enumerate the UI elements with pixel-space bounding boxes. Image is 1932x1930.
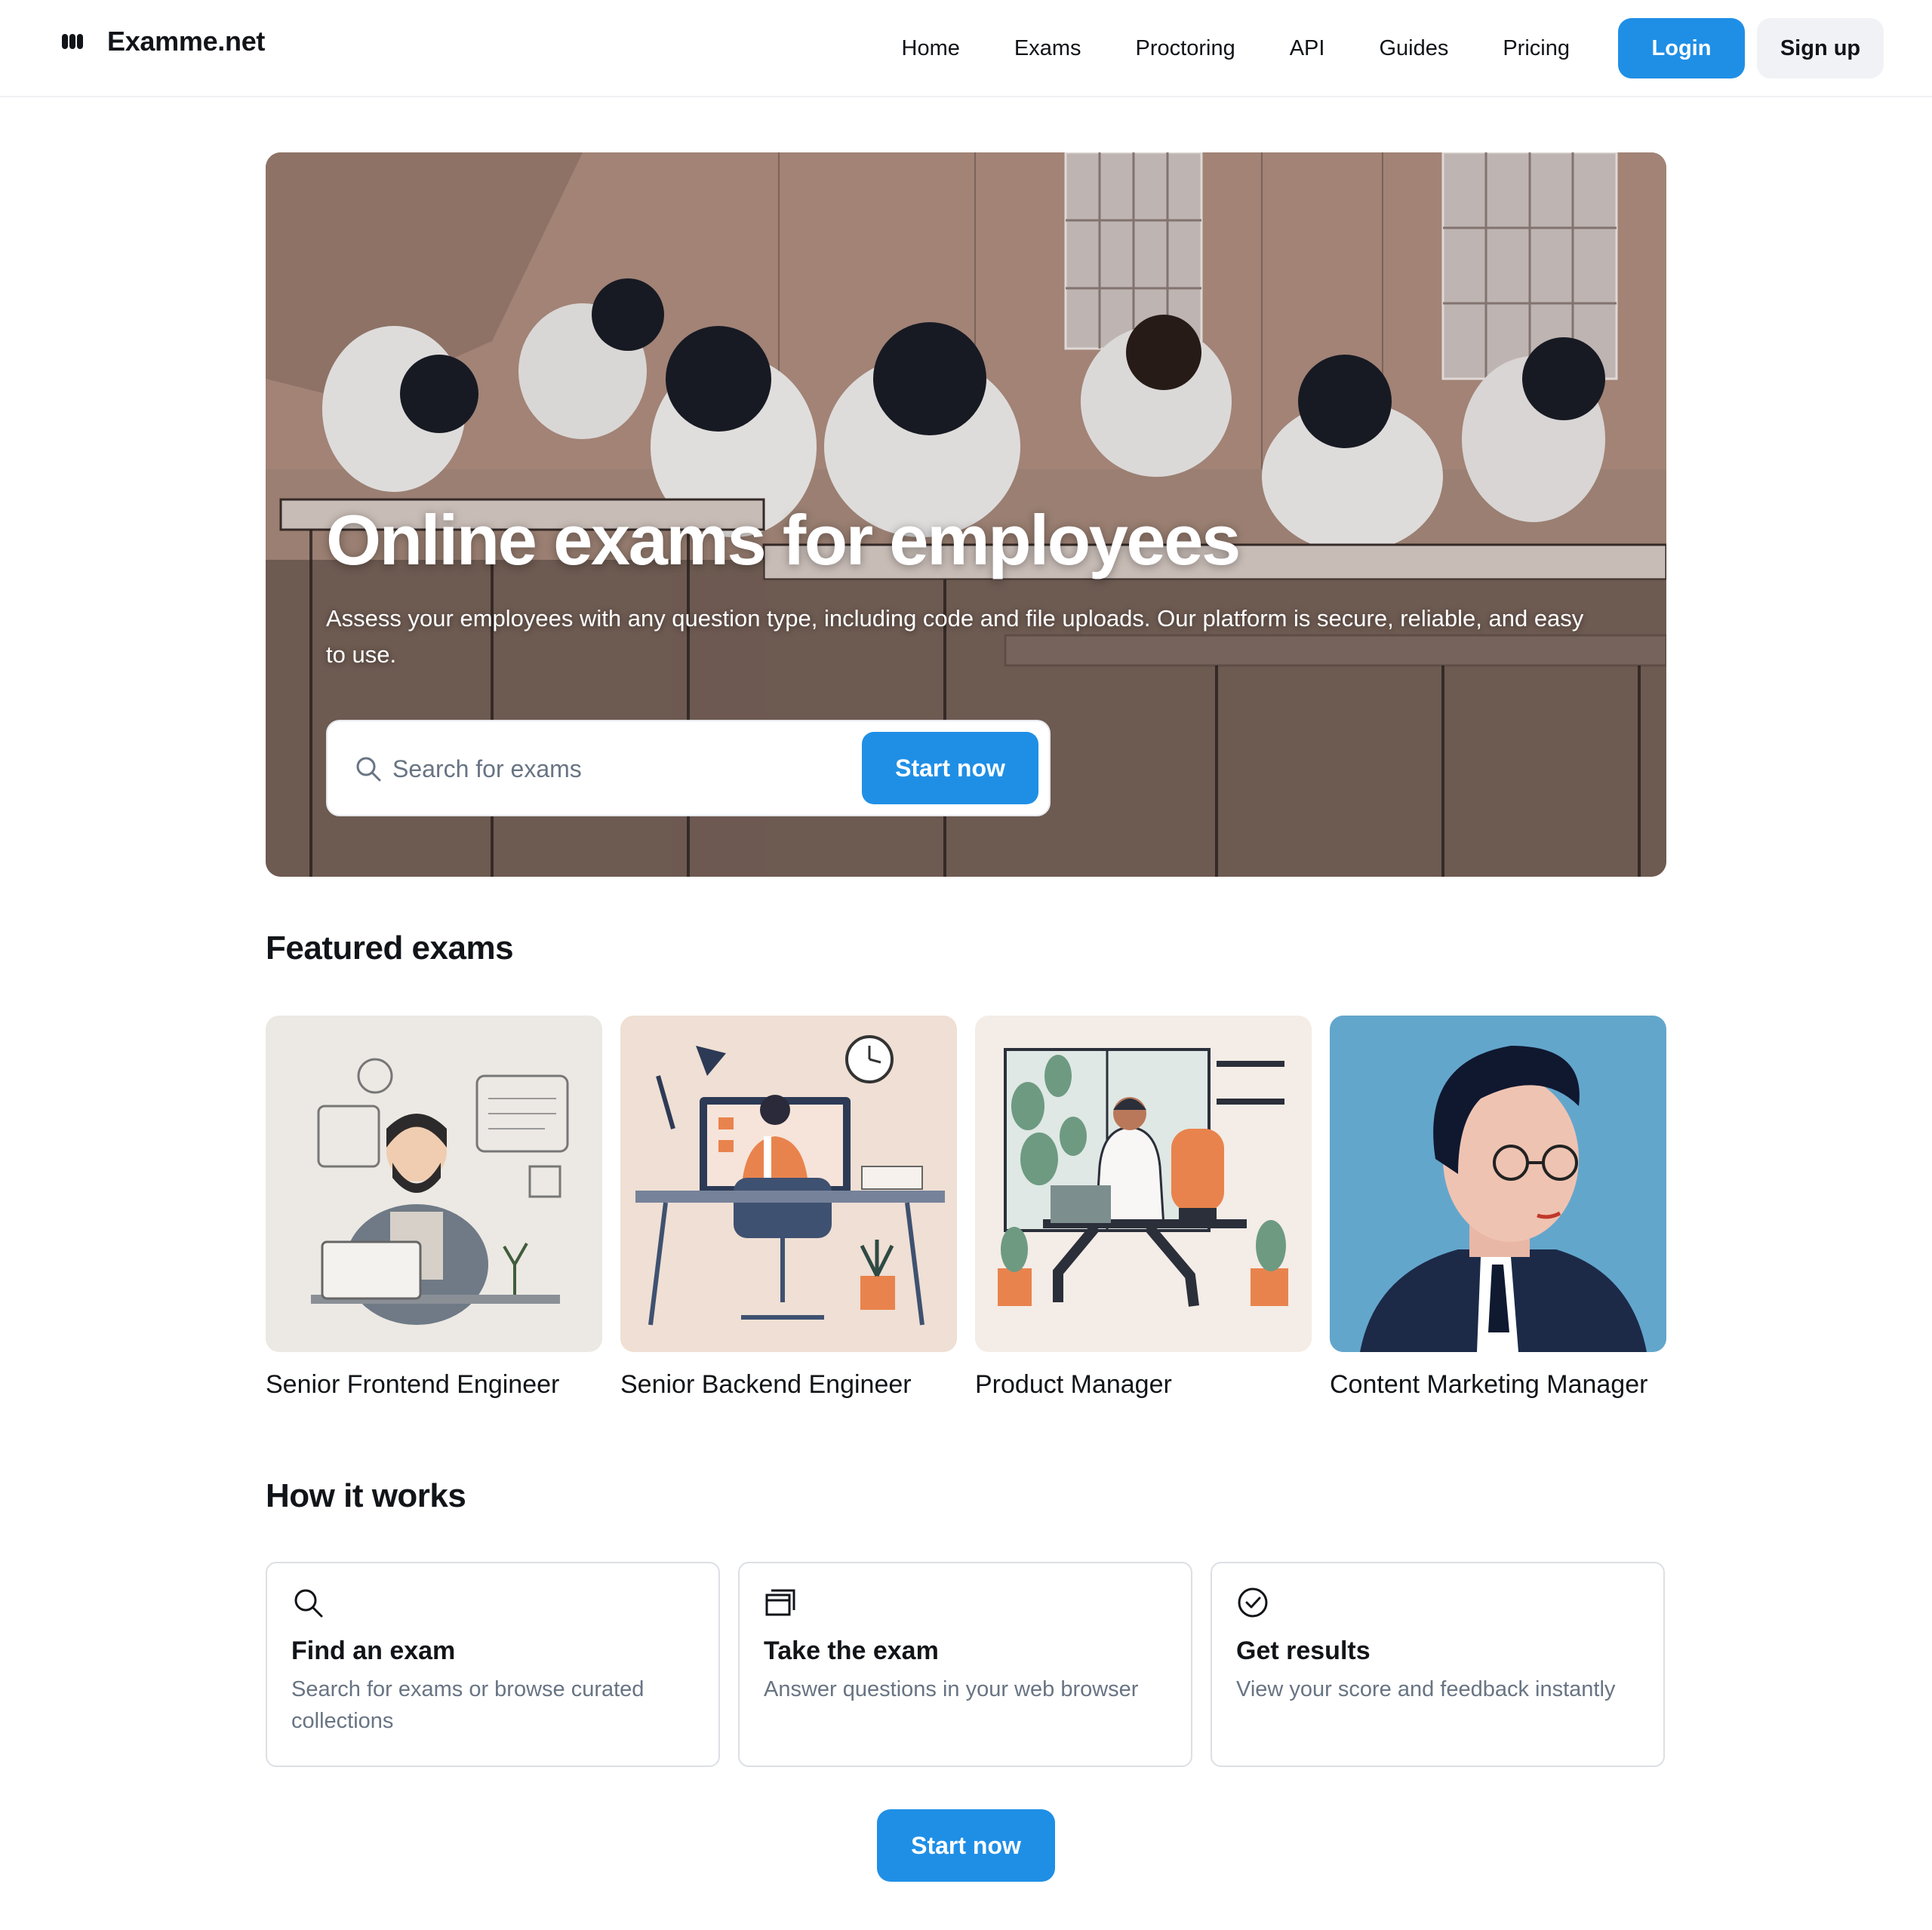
how-it-works-title: How it works [266,1477,466,1514]
exam-card-title: Senior Backend Engineer [620,1370,912,1399]
exam-search-bar: Start now [326,720,1051,816]
illustration-backend-engineer [620,1016,957,1352]
step-description: Answer questions in your web browser [764,1677,1139,1701]
nav-home[interactable]: Home [902,18,960,78]
exam-card-frontend[interactable]: Senior Frontend Engineer [266,1016,602,1400]
step-find-exam: Find an exam Search for exams or browse … [266,1562,720,1767]
step-description: View your score and feedback instantly [1236,1677,1616,1701]
brand-logo-icon [62,34,83,49]
exam-card-product-manager[interactable]: Product Manager [975,1016,1312,1400]
hero-title: Online exams for employees [326,500,1241,579]
exam-card-title: Product Manager [975,1370,1172,1399]
nav-exams[interactable]: Exams [1014,18,1081,78]
illustration-marketing-manager [1330,1016,1666,1352]
illustration-product-manager [975,1016,1312,1352]
exam-card-title: Content Marketing Manager [1330,1370,1648,1399]
featured-section-title: Featured exams [266,930,514,967]
start-now-button[interactable]: Start now [862,732,1038,804]
how-it-works-steps: Find an exam Search for exams or browse … [266,1562,1666,1767]
featured-exams-grid: Senior Frontend Engineer Senior Backend … [266,1016,1666,1400]
search-icon [356,757,381,782]
search-input[interactable] [392,744,815,794]
step-title: Find an exam [291,1637,456,1665]
illustration-frontend-engineer [266,1016,602,1352]
browser-window-icon [765,1589,795,1616]
step-take-exam: Take the exam Answer questions in your w… [738,1562,1192,1767]
exam-card-content-marketing[interactable]: Content Marketing Manager [1330,1016,1666,1400]
exam-card-backend[interactable]: Senior Backend Engineer [620,1016,957,1400]
step-get-results: Get results View your score and feedback… [1211,1562,1665,1767]
login-button[interactable]: Login [1618,18,1745,78]
brand-name: Examme.net [107,26,266,57]
site-header: Examme.net Home Exams Proctoring API Gui… [0,0,1932,97]
step-title: Get results [1236,1637,1371,1665]
nav-proctoring[interactable]: Proctoring [1136,18,1235,78]
bottom-start-now-button[interactable]: Start now [877,1809,1055,1882]
nav-api[interactable]: API [1290,18,1325,78]
hero-subtitle: Assess your employees with any question … [326,605,1584,668]
step-description: Search for exams or browse curated colle… [291,1677,645,1733]
main-nav: Home Exams Proctoring API Guides Pricing… [902,18,1884,78]
nav-pricing[interactable]: Pricing [1503,18,1570,78]
hero-banner: Online exams for employees Assess your e… [266,152,1666,877]
nav-guides[interactable]: Guides [1379,18,1448,78]
step-title: Take the exam [764,1637,939,1665]
exam-card-title: Senior Frontend Engineer [266,1370,560,1399]
check-circle-icon [1238,1587,1268,1618]
search-icon [294,1589,323,1618]
signup-button[interactable]: Sign up [1757,18,1884,78]
brand[interactable]: Examme.net [60,26,265,57]
